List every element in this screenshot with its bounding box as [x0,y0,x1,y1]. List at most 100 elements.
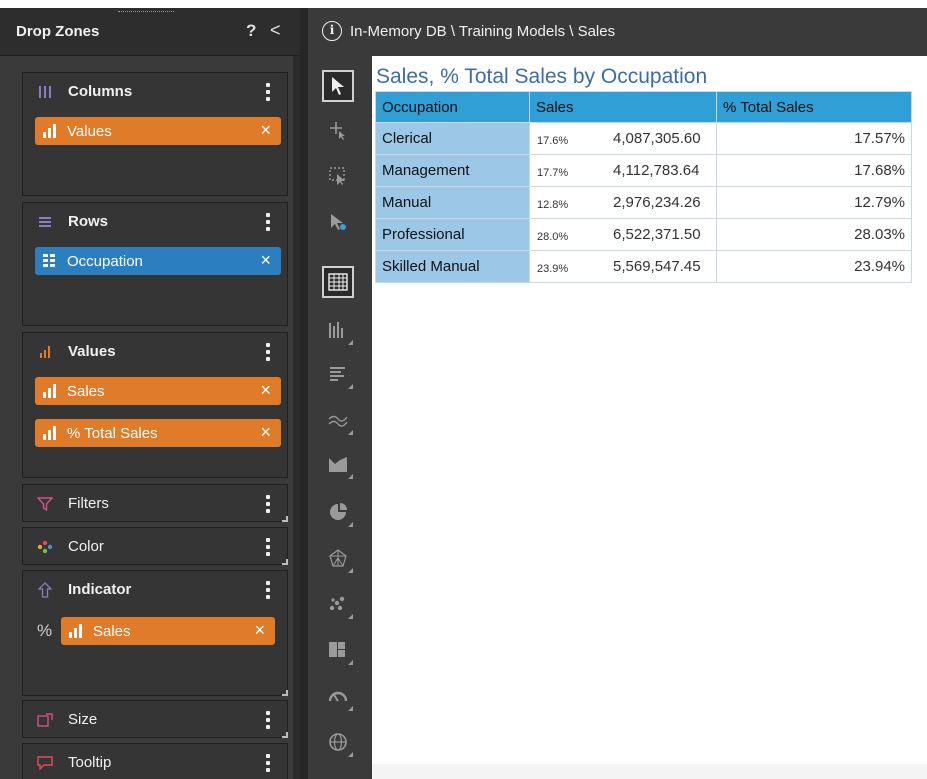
values-sales-pill[interactable]: Sales × [35,377,281,405]
measure-icon [43,124,59,138]
indicator-zone[interactable]: Indicator % Sales × [22,570,288,696]
column-chart-icon[interactable] [322,314,354,346]
row-header[interactable]: Management [375,154,530,187]
sales-value: 6,522,371.50 [613,226,701,243]
collapse-panel-button[interactable]: < [270,20,281,41]
row-header[interactable]: Clerical [375,122,530,155]
help-button[interactable]: ? [246,21,256,41]
pie-chart-icon[interactable] [322,496,354,528]
bar-chart-icon[interactable] [322,358,354,390]
pill-label: Occupation [67,253,143,270]
filters-zone[interactable]: Filters [22,484,288,522]
row-header[interactable]: Professional [375,218,530,251]
sales-cell[interactable]: 17.6% 4,087,305.60 [529,122,717,155]
table-row[interactable]: Clerical 17.6% 4,087,305.60 17.57% [375,122,912,155]
drop-zones-title: Drop Zones [16,23,100,40]
tooltip-menu-button[interactable] [263,752,273,774]
drill-pointer-icon[interactable] [322,206,354,238]
size-menu-button[interactable] [263,709,273,731]
drop-zones-header: Drop Zones ? < [0,8,300,56]
columns-zone[interactable]: Columns Values × [22,72,288,196]
size-zone[interactable]: Size [22,700,288,738]
radar-chart-icon[interactable] [322,542,354,574]
indicator-menu-button[interactable] [263,579,273,601]
pct-total-cell[interactable]: 28.03% [716,218,912,251]
rows-zone[interactable]: Rows Occupation × [22,202,288,326]
rows-icon [35,212,55,232]
pct-total-cell[interactable]: 17.57% [716,122,912,155]
sales-cell[interactable]: 12.8% 2,976,234.26 [529,186,717,219]
add-point-icon[interactable] [322,114,354,146]
column-header-pct-total-sales[interactable]: % Total Sales [716,91,912,123]
percent-icon: % [37,621,53,640]
pill-label: Sales [67,383,105,400]
rows-menu-button[interactable] [263,211,273,233]
gauge-chart-icon[interactable] [322,680,354,712]
select-pointer-icon[interactable] [322,70,354,102]
columns-values-pill[interactable]: Values × [35,117,281,145]
resize-handle[interactable] [282,690,288,696]
zoom-select-icon[interactable] [322,160,354,192]
column-header-occupation[interactable]: Occupation [375,91,530,123]
breadcrumb-bar: i In-Memory DB \ Training Models \ Sales [308,8,927,56]
columns-menu-button[interactable] [263,81,273,103]
dimension-icon [43,254,59,268]
sales-cell[interactable]: 17.7% 4,112,783.64 [529,154,717,187]
breadcrumb[interactable]: In-Memory DB \ Training Models \ Sales [350,23,615,40]
tooltip-zone[interactable]: Tooltip [22,743,288,779]
row-header[interactable]: Manual [375,186,530,219]
color-menu-button[interactable] [263,536,273,558]
tooltip-zone-label: Tooltip [68,754,112,771]
remove-icon[interactable]: × [260,422,271,443]
rows-zone-header: Rows [23,203,287,241]
pct-total-cell[interactable]: 23.94% [716,250,912,283]
funnel-icon [35,494,55,514]
values-pct-total-sales-pill[interactable]: % Total Sales × [35,419,281,447]
panel-splitter[interactable] [300,8,308,779]
indicator-zone-label: Indicator [68,581,132,598]
row-header[interactable]: Skilled Manual [375,250,530,283]
resize-handle[interactable] [282,559,288,565]
indicator-sales-pill[interactable]: Sales × [61,617,275,645]
arrow-up-icon [35,580,55,600]
values-icon [35,342,55,362]
resize-handle[interactable] [282,516,288,522]
panel-drag-grip[interactable] [118,11,174,13]
visual-toolbar [308,56,372,779]
table-row[interactable]: Skilled Manual 23.9% 5,569,547.45 23.94% [375,250,912,283]
resize-handle[interactable] [282,732,288,738]
rows-occupation-pill[interactable]: Occupation × [35,247,281,275]
pill-label: % Total Sales [67,425,158,442]
canvas-footer-strip [372,764,927,779]
remove-icon[interactable]: × [260,380,271,401]
sales-cell[interactable]: 23.9% 5,569,547.45 [529,250,717,283]
info-icon[interactable]: i [322,21,342,41]
sales-cell[interactable]: 28.0% 6,522,371.50 [529,218,717,251]
scatter-chart-icon[interactable] [322,588,354,620]
remove-icon[interactable]: × [260,250,271,271]
table-row[interactable]: Management 17.7% 4,112,783.64 17.68% [375,154,912,187]
column-header-sales[interactable]: Sales [529,91,717,123]
remove-icon[interactable]: × [254,620,265,641]
sales-value: 4,087,305.60 [613,130,701,147]
filters-menu-button[interactable] [263,493,273,515]
values-menu-button[interactable] [263,341,273,363]
pct-total-cell[interactable]: 12.79% [716,186,912,219]
size-zone-label: Size [68,711,98,728]
values-zone-label: Values [68,343,116,360]
indicator-value: 17.6% [537,135,569,147]
line-chart-icon[interactable] [322,404,354,436]
color-zone[interactable]: Color [22,527,288,565]
map-globe-icon[interactable] [322,726,354,758]
pct-total-cell[interactable]: 17.68% [716,154,912,187]
remove-icon[interactable]: × [260,120,271,141]
values-zone[interactable]: Values Sales × % Total Sales × [22,332,288,478]
treemap-chart-icon[interactable] [322,634,354,666]
indicator-value: 23.9% [537,263,569,275]
tooltip-icon [35,753,55,773]
grid-table-icon[interactable] [322,266,354,298]
table-row[interactable]: Professional 28.0% 6,522,371.50 28.03% [375,218,912,251]
panel-scrollbar[interactable] [293,56,300,779]
table-row[interactable]: Manual 12.8% 2,976,234.26 12.79% [375,186,912,219]
area-chart-icon[interactable] [322,448,354,480]
